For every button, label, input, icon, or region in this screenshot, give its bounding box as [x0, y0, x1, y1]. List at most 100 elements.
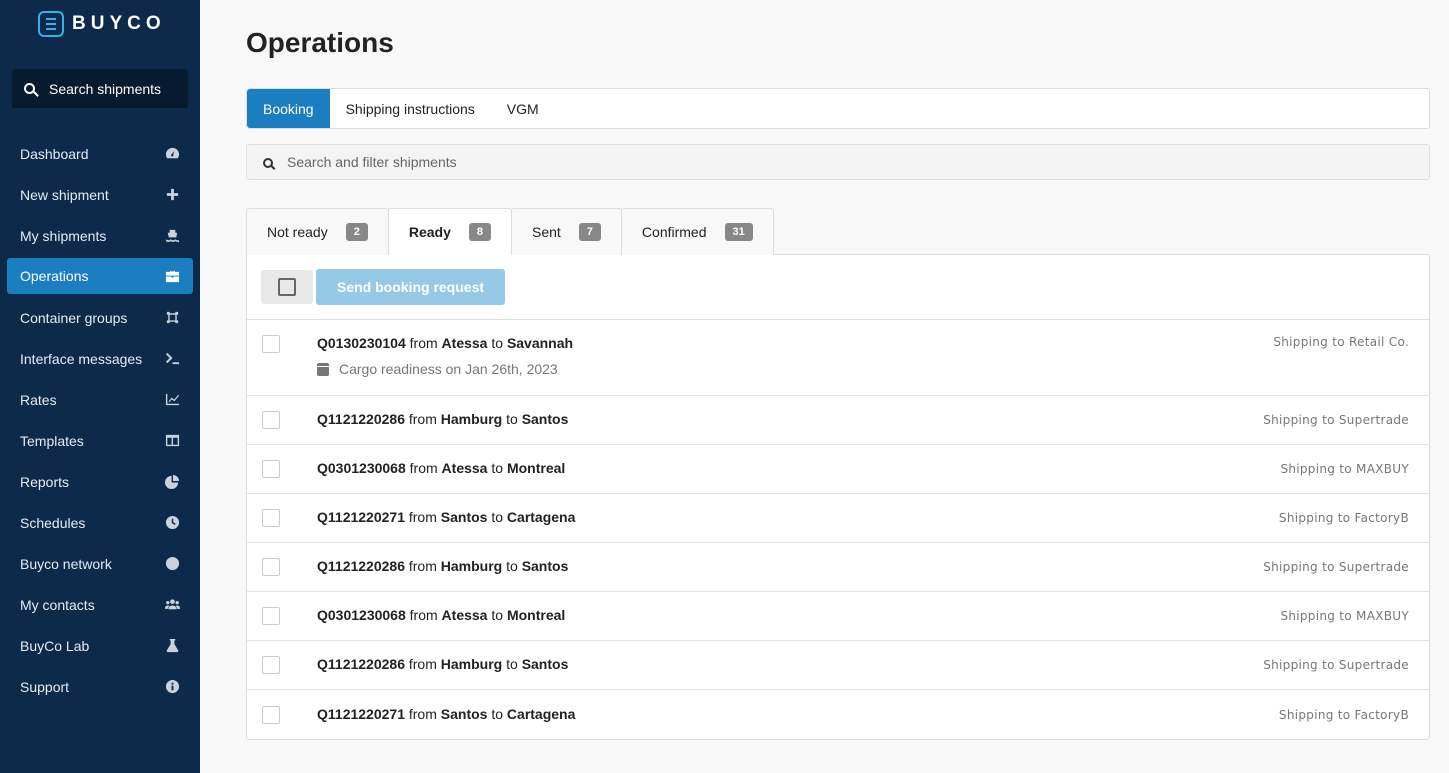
sidebar-search-placeholder: Search shipments: [49, 80, 162, 97]
sidebar-item-container-groups[interactable]: Container groups: [0, 297, 200, 338]
destination: Santos: [521, 411, 569, 427]
shipping-to: Shipping to Supertrade: [1263, 560, 1409, 574]
main-content: Operations Booking Shipping instructions…: [200, 0, 1449, 773]
sidebar-item-label: Rates: [20, 391, 57, 408]
count-badge: 7: [578, 223, 601, 241]
to-word: to: [491, 705, 504, 722]
globe-icon: [164, 556, 180, 572]
tab-vgm[interactable]: VGM: [491, 89, 555, 128]
shipping-to: Shipping to MAXBUY: [1280, 609, 1409, 623]
status-tab-not-ready[interactable]: Not ready 2: [246, 208, 389, 255]
shipment-id: Q1121220286: [317, 656, 405, 672]
clock-icon: [164, 515, 180, 531]
shipment-id: Q1121220271: [317, 509, 405, 525]
users-icon: [164, 597, 180, 613]
sidebar-item-buyco-lab[interactable]: BuyCo Lab: [0, 625, 200, 666]
page-title: Operations: [246, 27, 394, 58]
row-checkbox[interactable]: [262, 705, 280, 724]
checkbox-box: [278, 278, 296, 296]
sidebar-item-label: Schedules: [20, 514, 86, 531]
from-word: from: [408, 509, 437, 525]
sidebar-item-interface-messages[interactable]: Interface messages: [0, 338, 200, 379]
origin: Santos: [440, 509, 488, 525]
to-word: to: [506, 411, 518, 427]
to-word: to: [491, 607, 504, 623]
count-badge: 31: [724, 223, 753, 241]
sidebar-item-operations[interactable]: Operations: [7, 258, 193, 294]
sidebar-nav: Dashboard New shipment My shipments Oper…: [0, 133, 200, 707]
search-icon: [24, 83, 35, 94]
status-tab-ready[interactable]: Ready 8: [387, 208, 512, 255]
sidebar-item-label: Dashboard: [20, 145, 89, 162]
sidebar-item-dashboard[interactable]: Dashboard: [0, 133, 200, 174]
shipment-row[interactable]: Q0301230068 from Atessa to Montreal Ship…: [247, 445, 1429, 494]
row-checkbox[interactable]: [262, 509, 280, 527]
sidebar-item-support[interactable]: Support: [0, 666, 200, 707]
tab-shipping-instructions[interactable]: Shipping instructions: [330, 89, 491, 128]
count-badge: 2: [345, 223, 368, 241]
origin: Santos: [440, 705, 488, 722]
status-tab-label: Confirmed: [641, 224, 707, 240]
row-checkbox[interactable]: [262, 558, 280, 576]
shipment-row[interactable]: Q0301230068 from Atessa to Montreal Ship…: [247, 592, 1429, 641]
shipment-id: Q0301230068: [317, 607, 406, 623]
origin: Hamburg: [440, 656, 503, 672]
buyco-logo[interactable]: BUYCO: [0, 0, 200, 48]
sidebar-item-schedules[interactable]: Schedules: [0, 502, 200, 543]
operations-tabs: Booking Shipping instructions VGM: [246, 88, 1430, 129]
row-checkbox[interactable]: [262, 656, 280, 674]
sidebar-item-new-shipment[interactable]: New shipment: [0, 174, 200, 215]
search-icon: [263, 158, 273, 168]
row-checkbox[interactable]: [262, 335, 280, 353]
row-checkbox[interactable]: [262, 411, 280, 429]
shipment-row[interactable]: Q1121220271 from Santos to Cartagena Shi…: [247, 690, 1429, 739]
shipment-route: Q0130230104 from Atessa to Savannah: [317, 335, 573, 351]
pie-chart-icon: [164, 474, 180, 490]
sidebar-item-label: My contacts: [20, 596, 95, 613]
to-word: to: [506, 558, 518, 574]
from-word: from: [408, 411, 437, 427]
shipment-route: Q0301230068 from Atessa to Montreal: [317, 607, 565, 623]
shipment-row[interactable]: Q0130230104 from Atessa to Savannah Carg…: [247, 320, 1429, 396]
row-checkbox[interactable]: [262, 460, 280, 478]
cargo-readiness: Cargo readiness on Jan 26th, 2023: [317, 361, 573, 377]
sidebar-item-my-contacts[interactable]: My contacts: [0, 584, 200, 625]
count-badge: 8: [468, 223, 491, 241]
sidebar-item-templates[interactable]: Templates: [0, 420, 200, 461]
shipment-id: Q0301230068: [317, 460, 406, 476]
row-checkbox[interactable]: [262, 607, 280, 625]
plus-icon: [164, 187, 180, 203]
sidebar-item-my-shipments[interactable]: My shipments: [0, 215, 200, 256]
filter-search-input[interactable]: Search and filter shipments: [246, 144, 1430, 180]
sidebar-item-reports[interactable]: Reports: [0, 461, 200, 502]
shipment-route: Q1121220286 from Hamburg to Santos: [317, 656, 568, 672]
origin: Atessa: [441, 460, 488, 476]
sidebar-item-label: BuyCo Lab: [20, 637, 90, 654]
dashboard-icon: [164, 146, 180, 162]
shipment-row[interactable]: Q1121220286 from Hamburg to Santos Shipp…: [247, 396, 1429, 445]
shipment-row[interactable]: Q1121220286 from Hamburg to Santos Shipp…: [247, 641, 1429, 690]
sidebar-item-label: Operations: [20, 268, 89, 284]
status-tab-sent[interactable]: Sent 7: [510, 208, 622, 255]
columns-icon: [164, 433, 180, 449]
shipment-route: Q1121220271 from Santos to Cartagena: [317, 706, 575, 722]
sidebar-search[interactable]: Search shipments: [12, 69, 188, 108]
chart-line-icon: [164, 392, 180, 408]
send-booking-request-button[interactable]: Send booking request: [316, 269, 506, 305]
sidebar-item-buyco-network[interactable]: Buyco network: [0, 543, 200, 584]
logo-icon: [38, 11, 64, 37]
to-word: to: [491, 509, 504, 525]
shipments-panel: Send booking request Q0130230104 from At…: [246, 254, 1430, 740]
destination: Montreal: [506, 607, 566, 623]
shipment-route: Q1121220271 from Santos to Cartagena: [317, 509, 575, 525]
shipment-id: Q0130230104: [317, 335, 406, 351]
shipment-row[interactable]: Q1121220286 from Hamburg to Santos Shipp…: [247, 543, 1429, 592]
shipment-row[interactable]: Q1121220271 from Santos to Cartagena Shi…: [247, 494, 1429, 543]
select-all-checkbox[interactable]: [261, 270, 313, 304]
ship-icon: [164, 228, 180, 244]
from-word: from: [409, 607, 438, 623]
status-tabs: Not ready 2 Ready 8 Sent 7 Confirmed 31: [246, 208, 1430, 255]
sidebar-item-rates[interactable]: Rates: [0, 379, 200, 420]
tab-booking[interactable]: Booking: [247, 89, 330, 128]
status-tab-confirmed[interactable]: Confirmed 31: [620, 208, 774, 255]
